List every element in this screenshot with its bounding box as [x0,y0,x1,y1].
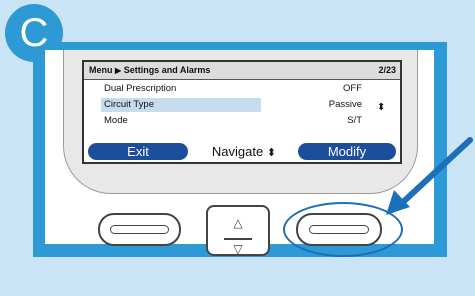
callout-arrow-icon [386,137,473,215]
